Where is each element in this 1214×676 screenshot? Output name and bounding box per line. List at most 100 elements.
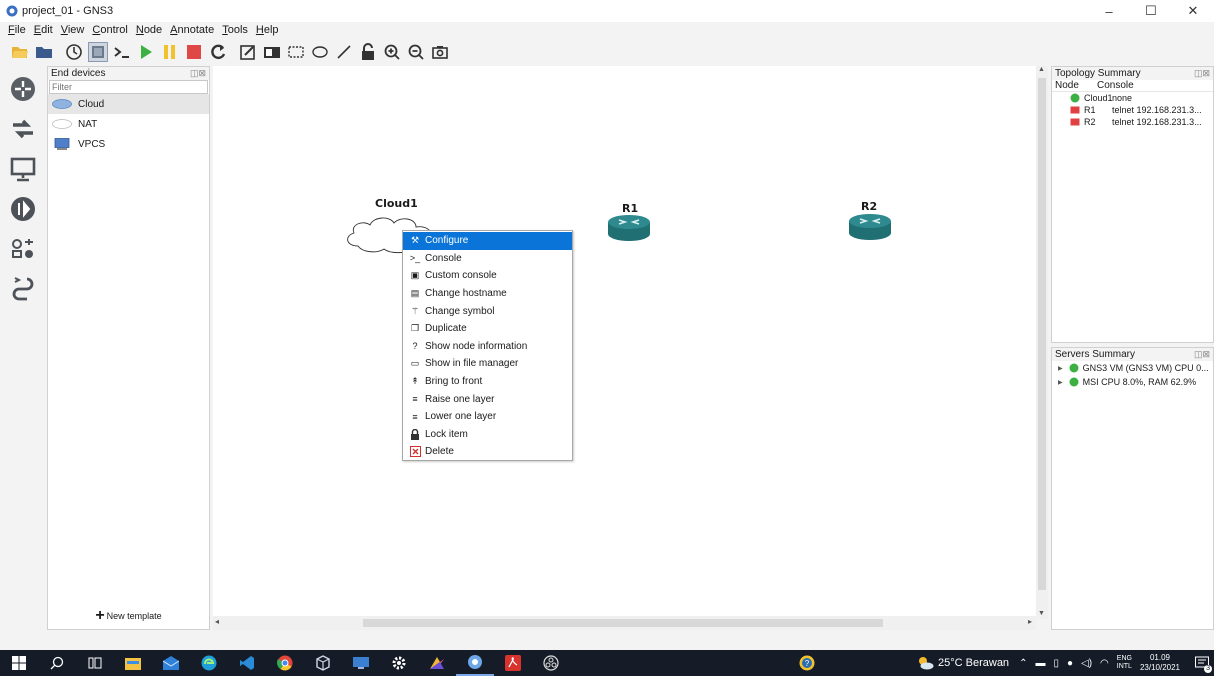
menu-item-show-in-file-manager[interactable]: ▭ Show in file manager — [403, 355, 572, 373]
browse-all-devices-button[interactable] — [6, 232, 40, 266]
suspend-all-button[interactable] — [160, 42, 180, 62]
device-item-cloud[interactable]: Cloud — [48, 94, 209, 114]
snapshot-button[interactable] — [88, 42, 108, 62]
menu-node[interactable]: Node — [136, 24, 162, 36]
scroll-right-icon[interactable]: ▸ — [1028, 617, 1032, 626]
zoom-out-button[interactable] — [406, 42, 426, 62]
node-label-r2[interactable]: R2 — [861, 200, 877, 213]
taskbar-mail[interactable] — [152, 650, 190, 676]
draw-rectangle-button[interactable] — [286, 42, 306, 62]
lock-button[interactable] — [358, 42, 378, 62]
search-button[interactable] — [38, 650, 76, 676]
taskbar-acrobat[interactable] — [494, 650, 532, 676]
expand-arrow-icon[interactable]: ▶ — [1058, 365, 1063, 372]
menu-item-lock-item[interactable]: Lock item — [403, 426, 572, 444]
menu-item-raise-one-layer[interactable]: ≡ Raise one layer — [403, 390, 572, 408]
reload-all-button[interactable] — [208, 42, 228, 62]
minimize-button[interactable]: – — [1088, 0, 1130, 22]
panel-float-close-icon[interactable]: ◫⊠ — [1194, 348, 1210, 361]
maximize-button[interactable]: ☐ — [1130, 0, 1172, 22]
browse-security-devices-button[interactable] — [6, 192, 40, 226]
insert-image-button[interactable] — [262, 42, 282, 62]
vertical-scroll-thumb[interactable] — [1038, 78, 1046, 590]
save-project-button[interactable] — [34, 42, 54, 62]
volume-icon[interactable]: ◁) — [1081, 658, 1092, 669]
language-indicator[interactable]: ENG INTL — [1117, 655, 1132, 671]
browse-end-devices-button[interactable] — [6, 152, 40, 186]
clock[interactable]: 01.09 23/10/2021 — [1140, 653, 1180, 673]
filter-input[interactable] — [49, 80, 208, 94]
menu-item-custom-console[interactable]: ▣ Custom console — [403, 267, 572, 285]
table-row[interactable]: Cloud1 none — [1052, 92, 1213, 104]
menu-item-configure[interactable]: ⚒ Configure — [403, 232, 572, 250]
weather-widget[interactable]: 25°C Berawan — [916, 656, 1009, 670]
menu-control[interactable]: Control — [92, 24, 127, 36]
menu-file[interactable]: File — [8, 24, 26, 36]
menu-item-change-symbol[interactable]: ⚚ Change symbol — [403, 302, 572, 320]
task-view-button[interactable] — [76, 650, 114, 676]
scroll-up-icon[interactable]: ▲ — [1038, 66, 1045, 73]
start-all-button[interactable] — [136, 42, 156, 62]
scroll-left-icon[interactable]: ◂ — [215, 617, 219, 626]
network-icon[interactable]: ▬ — [1035, 658, 1045, 669]
menu-help[interactable]: Help — [256, 24, 279, 36]
menu-item-duplicate[interactable]: ❐ Duplicate — [403, 320, 572, 338]
scroll-down-icon[interactable]: ▼ — [1038, 610, 1045, 617]
wifi-icon[interactable]: ◠ — [1100, 658, 1109, 669]
add-link-button[interactable] — [6, 272, 40, 306]
expand-arrow-icon[interactable]: ▶ — [1058, 379, 1063, 386]
microphone-icon[interactable]: ● — [1067, 658, 1073, 669]
topology-canvas[interactable]: Cloud1 R1 R2 — [213, 66, 1036, 616]
taskbar-edge[interactable] — [190, 650, 228, 676]
device-item-vpcs[interactable]: VPCS — [48, 134, 209, 154]
server-row[interactable]: ▶ GNS3 VM (GNS3 VM) CPU 0... — [1052, 361, 1213, 375]
table-row[interactable]: R2 telnet 192.168.231.3... — [1052, 116, 1213, 128]
menu-view[interactable]: View — [61, 24, 85, 36]
taskbar-gns3[interactable] — [456, 650, 494, 676]
node-label-cloud1[interactable]: Cloud1 — [375, 197, 418, 210]
taskbar-vscode[interactable] — [228, 650, 266, 676]
add-note-button[interactable] — [238, 42, 258, 62]
taskbar-help[interactable]: ? — [788, 650, 826, 676]
menu-item-bring-to-front[interactable]: ↟ Bring to front — [403, 373, 572, 391]
panel-float-close-icon[interactable]: ◫⊠ — [1194, 67, 1210, 80]
taskbar-virtualbox[interactable] — [304, 650, 342, 676]
menu-annotate[interactable]: Annotate — [170, 24, 214, 36]
draw-ellipse-button[interactable] — [310, 42, 330, 62]
notification-center-button[interactable]: 3 — [1190, 650, 1214, 676]
menu-item-show-node-information[interactable]: ? Show node information — [403, 338, 572, 356]
taskbar-settings[interactable] — [380, 650, 418, 676]
taskbar-chrome[interactable] — [266, 650, 304, 676]
horizontal-scroll-thumb[interactable] — [363, 619, 883, 627]
menu-item-delete[interactable]: Delete — [403, 443, 572, 461]
show-hidden-icons-icon[interactable]: ⌃ — [1019, 658, 1027, 669]
new-template-button[interactable]: + New template — [48, 607, 209, 625]
open-project-button[interactable] — [10, 42, 30, 62]
r1-router-icon[interactable] — [607, 214, 651, 242]
battery-icon[interactable]: ▯ — [1053, 658, 1059, 669]
r2-router-icon[interactable] — [848, 213, 892, 241]
zoom-in-button[interactable] — [382, 42, 402, 62]
stop-all-button[interactable] — [184, 42, 204, 62]
panel-float-close-icon[interactable]: ◫⊠ — [190, 67, 206, 80]
menu-edit[interactable]: Edit — [34, 24, 53, 36]
taskbar-app-blue[interactable] — [342, 650, 380, 676]
taskbar-app-colorful[interactable] — [418, 650, 456, 676]
browse-switches-button[interactable] — [6, 112, 40, 146]
device-item-nat[interactable]: NAT — [48, 114, 209, 134]
browse-routers-button[interactable] — [6, 72, 40, 106]
canvas-vertical-scrollbar[interactable]: ▲ ▼ — [1036, 66, 1048, 619]
draw-line-button[interactable] — [334, 42, 354, 62]
start-button[interactable] — [0, 650, 38, 676]
menu-item-change-hostname[interactable]: ▤ Change hostname — [403, 285, 572, 303]
menu-item-lower-one-layer[interactable]: ≡ Lower one layer — [403, 408, 572, 426]
table-row[interactable]: R1 telnet 192.168.231.3... — [1052, 104, 1213, 116]
taskbar-file-explorer[interactable] — [114, 650, 152, 676]
history-button[interactable] — [64, 42, 84, 62]
taskbar-obs[interactable] — [532, 650, 570, 676]
menu-item-console[interactable]: >_ Console — [403, 250, 572, 268]
server-row[interactable]: ▶ MSI CPU 8.0%, RAM 62.9% — [1052, 375, 1213, 389]
canvas-horizontal-scrollbar[interactable]: ◂ ▸ — [213, 616, 1036, 630]
close-button[interactable]: ✕ — [1172, 0, 1214, 22]
console-all-button[interactable] — [112, 42, 132, 62]
